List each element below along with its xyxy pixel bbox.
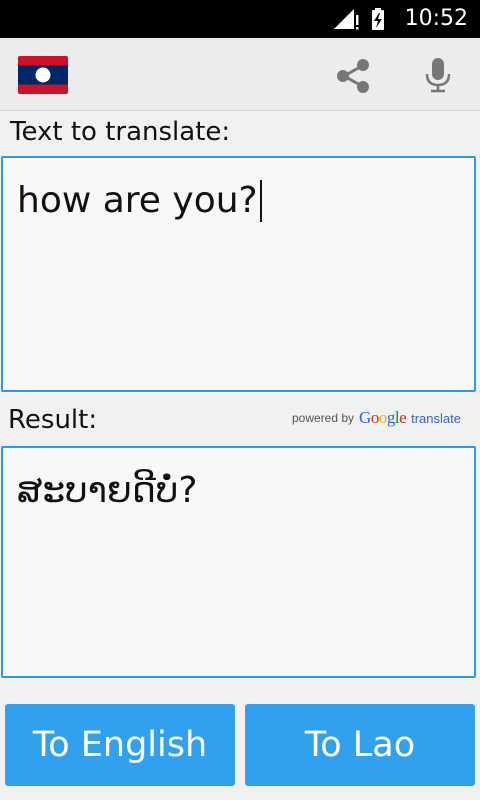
result-label: Result: <box>8 405 98 435</box>
status-icons <box>334 8 384 30</box>
battery-charging-icon <box>372 8 384 30</box>
result-text: ສະບາຍດີບໍ່? <box>17 470 198 511</box>
microphone-icon <box>425 58 451 93</box>
to-lao-button[interactable]: To Lao <box>245 704 475 786</box>
to-english-button[interactable]: To English <box>5 704 235 786</box>
input-label: Text to translate: <box>10 117 231 147</box>
translate-text: translate <box>411 410 461 426</box>
laos-flag-icon[interactable] <box>18 56 68 94</box>
translate-input-field[interactable]: how are you? <box>1 156 476 392</box>
text-cursor <box>259 180 262 222</box>
google-logo: Google <box>359 408 407 427</box>
powered-by-text: powered by <box>292 411 355 425</box>
input-text-wrapper: how are you? <box>17 178 262 224</box>
share-icon <box>337 59 369 93</box>
result-field: ສະບາຍດີບໍ່? <box>1 446 476 678</box>
powered-by-google-translate: powered by Google translate <box>292 406 461 430</box>
microphone-button[interactable] <box>414 54 462 96</box>
signal-icon <box>334 9 359 30</box>
status-bar: 10:52 <box>0 0 480 38</box>
app-bar <box>0 38 480 111</box>
share-button[interactable] <box>330 56 378 96</box>
input-text: how are you? <box>17 180 258 221</box>
status-time: 10:52 <box>404 6 468 31</box>
